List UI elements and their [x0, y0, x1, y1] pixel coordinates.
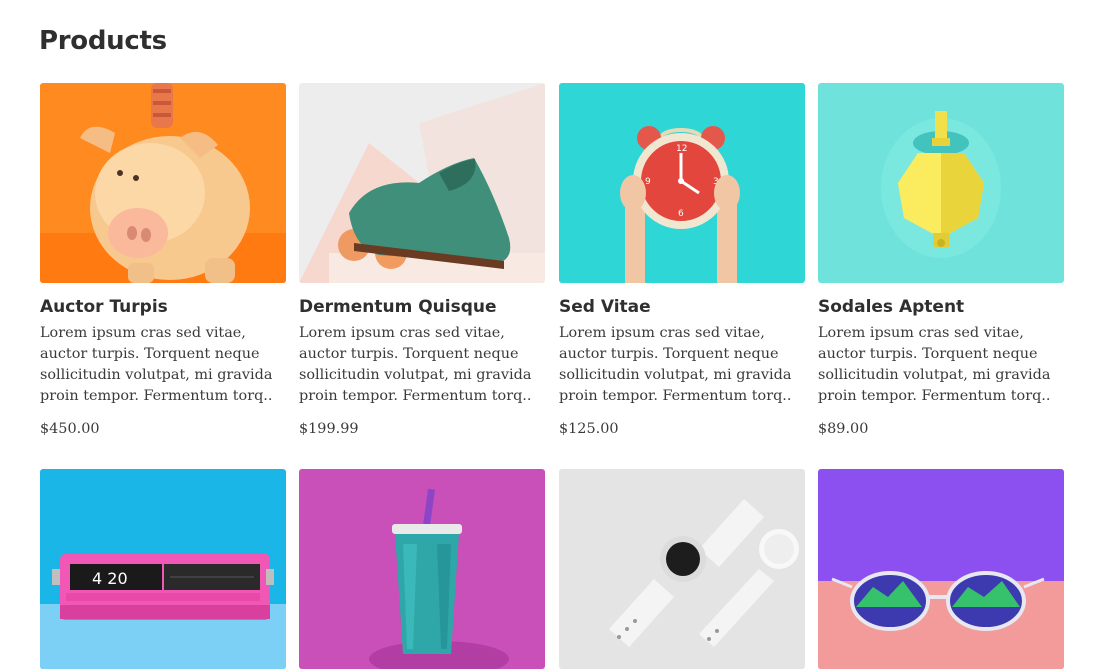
product-description: Lorem ipsum cras sed vitae, auctor turpi…	[559, 325, 792, 404]
product-card[interactable]: Dermentum Quisque Lorem ipsum cras sed v…	[299, 83, 545, 437]
shoe-image	[299, 83, 545, 283]
product-image-watch[interactable]	[559, 469, 805, 669]
teapot-image	[818, 83, 1064, 283]
product-image-teapot[interactable]	[818, 83, 1064, 283]
product-image-piggy-bank[interactable]	[40, 83, 286, 283]
product-image-shoe[interactable]	[299, 83, 545, 283]
product-title[interactable]: Dermentum Quisque	[299, 297, 545, 317]
piggy-bank-image	[40, 83, 286, 283]
watch-image	[559, 469, 805, 669]
product-card[interactable]	[559, 469, 805, 669]
product-image-sunglasses[interactable]	[818, 469, 1064, 669]
product-title[interactable]: Auctor Turpis	[40, 297, 286, 317]
svg-text:9: 9	[645, 177, 651, 187]
cup-image	[299, 469, 545, 669]
product-title[interactable]: Sodales Aptent	[818, 297, 1064, 317]
product-card[interactable]: 12 3 6 9 Sed Vitae Lorem ipsum cras sed …	[559, 83, 805, 437]
product-card[interactable]: Auctor Turpis Lorem ipsum cras sed vitae…	[40, 83, 286, 437]
product-title[interactable]: Sed Vitae	[559, 297, 805, 317]
svg-text:4 20: 4 20	[92, 569, 128, 588]
product-image-flip-clock[interactable]: 4 20	[40, 469, 286, 669]
product-description: Lorem ipsum cras sed vitae, auctor turpi…	[299, 325, 532, 404]
product-description: Lorem ipsum cras sed vitae, auctor turpi…	[40, 325, 273, 404]
svg-text:6: 6	[678, 209, 684, 219]
product-image-alarm-clock[interactable]: 12 3 6 9	[559, 83, 805, 283]
sunglasses-image	[818, 469, 1064, 669]
alarm-clock-image: 12 3 6 9	[559, 83, 805, 283]
product-price: $450.00	[40, 421, 100, 437]
page-title: Products	[39, 26, 167, 56]
product-image-cup[interactable]	[299, 469, 545, 669]
product-price: $125.00	[559, 421, 619, 437]
product-price: $89.00	[818, 421, 869, 437]
product-card[interactable]: Sodales Aptent Lorem ipsum cras sed vita…	[818, 83, 1064, 437]
product-price: $199.99	[299, 421, 359, 437]
product-card[interactable]: 4 20	[40, 469, 286, 669]
product-card[interactable]	[818, 469, 1064, 669]
flip-clock-image: 4 20	[40, 469, 286, 669]
product-card[interactable]	[299, 469, 545, 669]
product-description: Lorem ipsum cras sed vitae, auctor turpi…	[818, 325, 1051, 404]
svg-text:12: 12	[676, 144, 687, 154]
